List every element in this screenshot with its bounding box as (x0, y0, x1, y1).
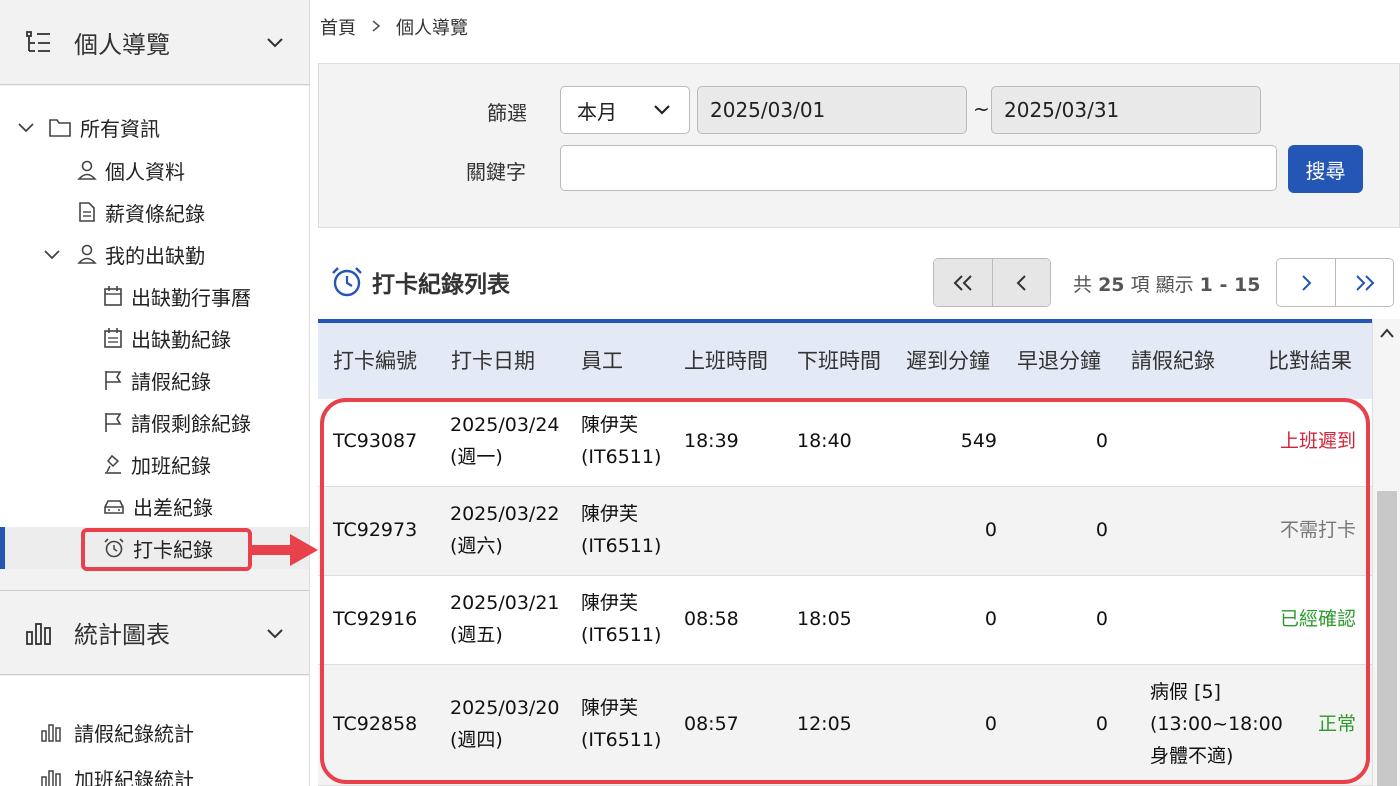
tree-item-attendance-record[interactable]: 出缺勤紀錄 (103, 318, 231, 358)
pager-mid: 項 顯示 (1130, 274, 1194, 296)
pager-prev-group (933, 258, 1051, 307)
chevron-left-icon (1016, 274, 1026, 291)
tree-label: 所有資訊 (80, 116, 160, 141)
column-header[interactable]: 遲到分鐘 (906, 345, 990, 375)
column-header[interactable]: 上班時間 (684, 345, 768, 375)
car-icon (104, 500, 124, 514)
column-header[interactable]: 早退分鐘 (1017, 345, 1101, 375)
date-range-separator: ~ (973, 97, 990, 121)
nav-active-indicator (0, 527, 5, 569)
column-header[interactable]: 員工 (581, 345, 623, 375)
red-arrow-annotation (250, 534, 318, 566)
flag-icon (105, 371, 122, 390)
scroll-thumb[interactable] (1377, 491, 1397, 786)
next-page-button[interactable] (1277, 259, 1335, 306)
period-select[interactable]: 本月 (560, 86, 690, 134)
chevron-right-icon (1302, 274, 1312, 291)
tree-item-leave[interactable]: 請假紀錄 (103, 360, 211, 400)
user-icon (77, 244, 97, 264)
pager-total: 25 (1098, 274, 1125, 296)
breadcrumb: 首頁 個人導覽 (320, 14, 468, 40)
section-title: 個人導覽 (74, 30, 170, 59)
double-chevron-left-icon (953, 274, 972, 291)
calendar-icon (104, 286, 122, 306)
user-icon (77, 160, 97, 180)
document-icon (79, 202, 95, 222)
double-chevron-right-icon (1355, 274, 1374, 291)
folder-icon (49, 119, 71, 137)
tree-label: 個人資料 (105, 159, 185, 184)
keyword-input[interactable] (560, 145, 1277, 191)
tree-label: 加班紀錄 (131, 453, 211, 478)
breadcrumb-home[interactable]: 首頁 (320, 14, 356, 40)
tree-label: 請假紀錄 (131, 369, 211, 394)
section-stats[interactable]: 統計圖表 (0, 590, 309, 675)
chevron-down-icon (654, 105, 670, 115)
chevron-down-icon[interactable] (265, 623, 285, 643)
bar-chart-icon (41, 770, 61, 786)
list-title: 打卡紀錄列表 (372, 272, 510, 298)
column-header[interactable]: 打卡日期 (451, 345, 535, 375)
search-button[interactable]: 搜尋 (1288, 145, 1363, 193)
tree-item-overtime[interactable]: 加班紀錄 (103, 444, 211, 484)
tree-item-personal[interactable]: 個人資料 (77, 150, 185, 190)
column-header[interactable]: 打卡編號 (333, 345, 417, 375)
table-highlight-box (320, 398, 1370, 784)
bar-chart-icon (41, 724, 61, 742)
start-date-input[interactable]: 2025/03/01 (697, 86, 967, 134)
table-scrollbar[interactable] (1372, 319, 1400, 786)
tree-label: 出缺勤紀錄 (131, 327, 231, 352)
pager-prefix: 共 (1073, 274, 1093, 296)
bar-chart-icon (26, 622, 51, 645)
pager-next-group (1276, 258, 1394, 307)
stats-label: 加班紀錄統計 (74, 767, 194, 786)
column-header[interactable]: 請假紀錄 (1131, 345, 1215, 375)
first-page-button[interactable] (934, 259, 992, 306)
tree-label: 請假剩餘紀錄 (131, 411, 251, 436)
tree-label: 薪資條紀錄 (105, 201, 205, 226)
tree-item-all-info[interactable]: 所有資訊 (16, 107, 160, 147)
pager-info: 共 25 項 顯示 1 - 15 (1073, 270, 1260, 297)
last-page-button[interactable] (1335, 259, 1393, 306)
table-header: 打卡編號 打卡日期 員工 上班時間 下班時間 遲到分鐘 早退分鐘 請假紀錄 比對… (318, 319, 1372, 399)
stats-item-leave[interactable]: 請假紀錄統計 (40, 712, 194, 752)
chevron-down-icon[interactable] (16, 117, 36, 137)
tree-list-icon (26, 31, 50, 52)
chevron-right-icon (370, 17, 382, 38)
tree-item-business-trip[interactable]: 出差紀錄 (103, 486, 213, 526)
pager-range: 1 - 15 (1199, 274, 1261, 296)
tree-item-leave-remaining[interactable]: 請假剩餘紀錄 (103, 402, 251, 442)
alarm-clock-icon (332, 267, 362, 297)
highlight-box (81, 528, 252, 571)
tree-label: 我的出缺勤 (105, 243, 205, 268)
prev-page-button[interactable] (992, 259, 1050, 306)
lamp-icon (105, 454, 121, 474)
tree-item-calendar[interactable]: 出缺勤行事曆 (103, 276, 251, 316)
section-personal-nav[interactable]: 個人導覽 (0, 0, 309, 85)
tree-item-my-attendance[interactable]: 我的出缺勤 (42, 234, 205, 274)
list-header: 打卡紀錄列表 (330, 265, 510, 299)
tree-label: 出差紀錄 (133, 495, 213, 520)
column-header[interactable]: 比對結果 (1268, 345, 1352, 375)
section-title: 統計圖表 (74, 621, 170, 649)
chevron-down-icon[interactable] (42, 244, 62, 264)
period-value: 本月 (577, 99, 617, 124)
sidebar: 個人導覽 所有資訊 個人資料 薪資條紀錄 我的出缺勤 出缺勤行事曆 出缺勤紀錄 … (0, 0, 310, 786)
breadcrumb-current: 個人導覽 (396, 18, 468, 39)
tree-label: 出缺勤行事曆 (131, 285, 251, 310)
calendar-list-icon (104, 328, 122, 348)
filter-label: 篩選 (487, 101, 527, 125)
keyword-label: 關鍵字 (466, 160, 526, 184)
filter-panel: 篩選 本月 2025/03/01 ~ 2025/03/31 關鍵字 搜尋 (318, 63, 1400, 228)
stats-label: 請假紀錄統計 (74, 721, 194, 746)
flag-icon (105, 413, 122, 432)
chevron-down-icon[interactable] (265, 32, 285, 52)
start-date-value: 2025/03/01 (710, 98, 826, 122)
scroll-up-icon[interactable] (1379, 327, 1395, 339)
end-date-value: 2025/03/31 (1004, 98, 1120, 122)
tree-item-salary[interactable]: 薪資條紀錄 (77, 192, 205, 232)
stats-item-overtime[interactable]: 加班紀錄統計 (40, 758, 194, 786)
column-header[interactable]: 下班時間 (797, 345, 881, 375)
end-date-input[interactable]: 2025/03/31 (991, 86, 1261, 134)
